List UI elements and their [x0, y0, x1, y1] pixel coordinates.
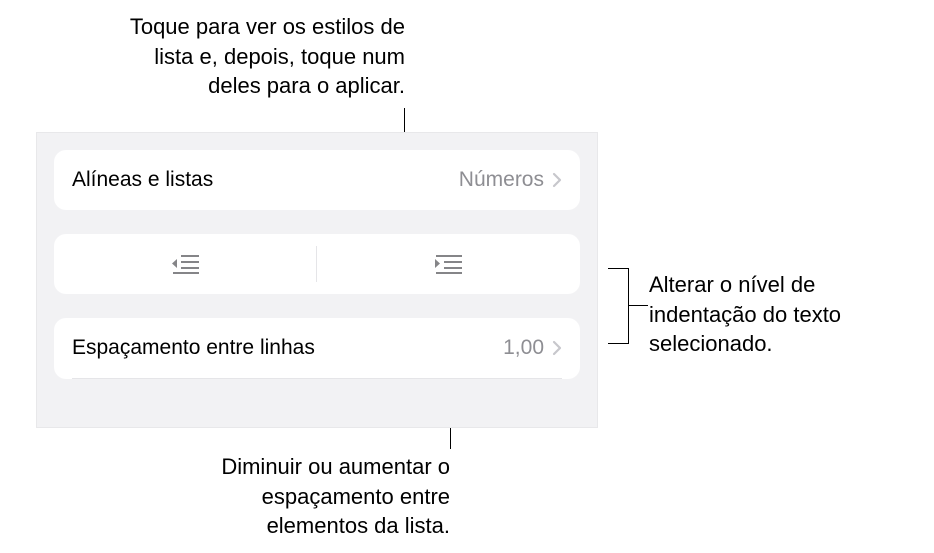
- leader-line: [628, 305, 648, 306]
- leader-bracket-arm: [608, 268, 628, 269]
- bullets-lists-group: Alíneas e listas Números: [54, 150, 580, 210]
- leader-bracket: [628, 268, 629, 344]
- line-spacing-label: Espaçamento entre linhas: [72, 336, 503, 360]
- chevron-right-icon: [552, 172, 562, 188]
- divider: [72, 378, 562, 379]
- outdent-icon: [171, 253, 201, 275]
- chevron-right-icon: [552, 340, 562, 356]
- leader-bracket-arm: [608, 343, 628, 344]
- line-spacing-row[interactable]: Espaçamento entre linhas 1,00: [54, 318, 580, 378]
- callout-spacing: Diminuir ou aumentar o espaçamento entre…: [190, 452, 450, 541]
- callout-list-styles: Toque para ver os estilos de lista e, de…: [105, 12, 405, 101]
- bullets-lists-value: Números: [459, 168, 544, 192]
- line-spacing-group: Espaçamento entre linhas 1,00: [54, 318, 580, 379]
- indent-group: [54, 234, 580, 294]
- line-spacing-value: 1,00: [503, 336, 544, 360]
- indent-button[interactable]: [317, 234, 580, 294]
- indent-icon: [434, 253, 464, 275]
- format-panel: Alíneas e listas Números: [36, 132, 598, 428]
- bullets-lists-row[interactable]: Alíneas e listas Números: [54, 150, 580, 210]
- bullets-lists-label: Alíneas e listas: [72, 168, 459, 192]
- outdent-button[interactable]: [54, 234, 317, 294]
- callout-indent: Alterar o nível de indentação do texto s…: [649, 270, 919, 359]
